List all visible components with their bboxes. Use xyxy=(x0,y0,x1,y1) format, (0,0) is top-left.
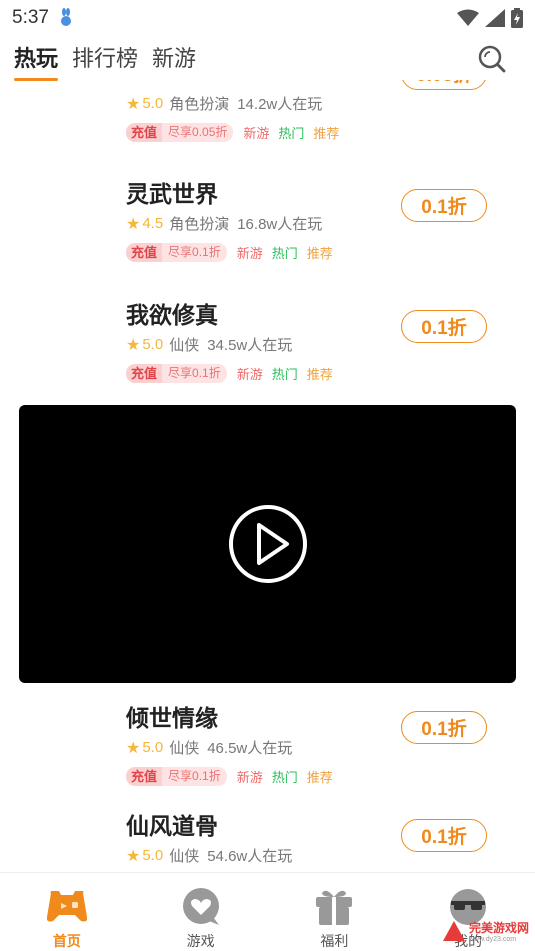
star-icon: ★ xyxy=(126,847,141,865)
discount-button[interactable]: 0.1折 xyxy=(401,310,487,343)
game-item[interactable]: 倾世情缘 ★ 5.0 仙侠 46.5w人在玩 充值 尽享0.1折 新游 热门 推… xyxy=(0,699,535,809)
discount-button[interactable]: 0.1折 xyxy=(401,189,487,222)
game-score: 5.0 xyxy=(142,739,164,756)
game-meta: ★ 5.0 仙侠 46.5w人在玩 xyxy=(126,737,292,758)
watermark: 完美游戏网 www.dy23.com xyxy=(442,919,529,943)
game-players: 54.6w人在玩 xyxy=(207,848,293,865)
tag-new: 新游 xyxy=(243,126,270,141)
status-time: 5:37 xyxy=(12,7,49,28)
status-icons xyxy=(457,8,523,28)
status-bar: 5:37 xyxy=(0,0,535,36)
game-title: 我欲修真 xyxy=(126,302,218,328)
tag-hot: 热门 xyxy=(278,126,305,141)
tab-ranking[interactable]: 排行榜 xyxy=(72,41,138,77)
tag-new: 新游 xyxy=(236,246,263,261)
game-title: 灵武世界 xyxy=(126,181,218,207)
promo-label: 充值 xyxy=(126,243,163,262)
game-tags: 充值 尽享0.05折 新游 热门 推荐 xyxy=(126,123,339,142)
tab-hot[interactable]: 热玩 xyxy=(14,41,59,81)
tag-recommend: 推荐 xyxy=(306,367,333,382)
tag-recommend: 推荐 xyxy=(306,246,333,261)
game-item[interactable]: ★ 5.0 角色扮演 14.2w人在玩 充值 尽享0.05折 新游 热门 推荐 … xyxy=(0,80,535,165)
promo-text: 尽享0.1折 xyxy=(162,767,227,786)
top-tabs: 热玩 排行榜 新游 xyxy=(0,38,535,81)
game-item[interactable]: 仙风道骨 ★ 5.0 仙侠 54.6w人在玩 0.1折 xyxy=(0,807,535,872)
game-title: 仙风道骨 xyxy=(126,813,218,839)
watermark-text: 完美游戏网 xyxy=(468,921,529,935)
game-item[interactable]: 灵武世界 ★ 4.5 角色扮演 16.8w人在玩 充值 尽享0.1折 新游 热门… xyxy=(0,175,535,285)
promo-badge: 充值 尽享0.1折 xyxy=(126,767,227,786)
nav-welfare[interactable]: 福利 xyxy=(268,873,402,951)
promo-text: 尽享0.1折 xyxy=(162,364,227,383)
nav-label: 游戏 xyxy=(186,933,215,949)
play-icon[interactable] xyxy=(227,503,309,585)
game-meta: ★ 4.5 角色扮演 16.8w人在玩 xyxy=(126,213,322,234)
nav-home[interactable]: 首页 xyxy=(0,873,134,951)
promo-text: 尽享0.1折 xyxy=(162,243,227,262)
game-tags: 充值 尽享0.1折 新游 热门 推荐 xyxy=(126,364,333,383)
game-category: 仙侠 xyxy=(169,740,200,757)
game-players: 34.5w人在玩 xyxy=(207,337,293,354)
tag-new: 新游 xyxy=(236,770,263,785)
signal-icon xyxy=(485,9,505,27)
game-score: 5.0 xyxy=(142,95,164,112)
video-player[interactable] xyxy=(19,405,516,683)
discount-button[interactable]: 0.05折 xyxy=(401,80,487,90)
star-icon: ★ xyxy=(126,739,141,757)
game-players: 46.5w人在玩 xyxy=(207,740,293,757)
tag-hot: 热门 xyxy=(271,770,298,785)
promo-text: 尽享0.05折 xyxy=(162,123,234,142)
watermark-text-group: 完美游戏网 www.dy23.com xyxy=(469,919,529,943)
tag-recommend: 推荐 xyxy=(313,126,340,141)
nav-games[interactable]: 游戏 xyxy=(134,873,268,951)
battery-icon xyxy=(511,8,523,28)
game-title: 倾世情缘 xyxy=(126,705,218,731)
watermark-logo-icon xyxy=(442,921,465,941)
heart-chat-icon xyxy=(182,888,219,925)
wifi-icon xyxy=(457,9,479,26)
game-list: ★ 5.0 角色扮演 14.2w人在玩 充值 尽享0.05折 新游 热门 推荐 … xyxy=(0,80,535,872)
promo-label: 充值 xyxy=(126,767,163,786)
tag-recommend: 推荐 xyxy=(306,770,333,785)
promo-badge: 充值 尽享0.1折 xyxy=(126,243,227,262)
discount-button[interactable]: 0.1折 xyxy=(401,819,487,852)
watermark-url: www.dy23.com xyxy=(468,936,517,943)
game-score: 5.0 xyxy=(142,847,164,864)
promo-label: 充值 xyxy=(126,364,163,383)
tag-hot: 热门 xyxy=(271,246,298,261)
game-category: 角色扮演 xyxy=(169,216,230,233)
star-icon: ★ xyxy=(126,95,141,113)
gamepad-icon xyxy=(46,891,87,922)
app-notification-icon xyxy=(60,8,71,26)
tab-new-games[interactable]: 新游 xyxy=(152,41,196,77)
discount-button[interactable]: 0.1折 xyxy=(401,711,487,744)
search-icon[interactable] xyxy=(477,44,507,74)
game-category: 仙侠 xyxy=(169,337,200,354)
game-score: 4.5 xyxy=(142,215,164,232)
nav-label: 福利 xyxy=(320,933,349,949)
promo-badge: 充值 尽享0.1折 xyxy=(126,364,227,383)
tag-hot: 热门 xyxy=(271,367,298,382)
tag-new: 新游 xyxy=(236,367,263,382)
game-score: 5.0 xyxy=(142,336,164,353)
game-category: 角色扮演 xyxy=(169,96,230,113)
game-players: 16.8w人在玩 xyxy=(237,216,323,233)
promo-badge: 充值 尽享0.05折 xyxy=(126,123,234,142)
star-icon: ★ xyxy=(126,336,141,354)
game-item[interactable]: 我欲修真 ★ 5.0 仙侠 34.5w人在玩 充值 尽享0.1折 新游 热门 推… xyxy=(0,296,535,406)
game-tags: 充值 尽享0.1折 新游 热门 推荐 xyxy=(126,767,333,786)
star-icon: ★ xyxy=(126,215,141,233)
gift-icon xyxy=(316,890,353,925)
game-meta: ★ 5.0 角色扮演 14.2w人在玩 xyxy=(126,93,322,114)
promo-label: 充值 xyxy=(126,123,163,142)
game-meta: ★ 5.0 仙侠 54.6w人在玩 xyxy=(126,845,292,866)
game-tags: 充值 尽享0.1折 新游 热门 推荐 xyxy=(126,243,333,262)
nav-label: 首页 xyxy=(52,933,81,949)
game-category: 仙侠 xyxy=(169,848,200,865)
game-players: 14.2w人在玩 xyxy=(237,96,323,113)
game-meta: ★ 5.0 仙侠 34.5w人在玩 xyxy=(126,334,292,355)
